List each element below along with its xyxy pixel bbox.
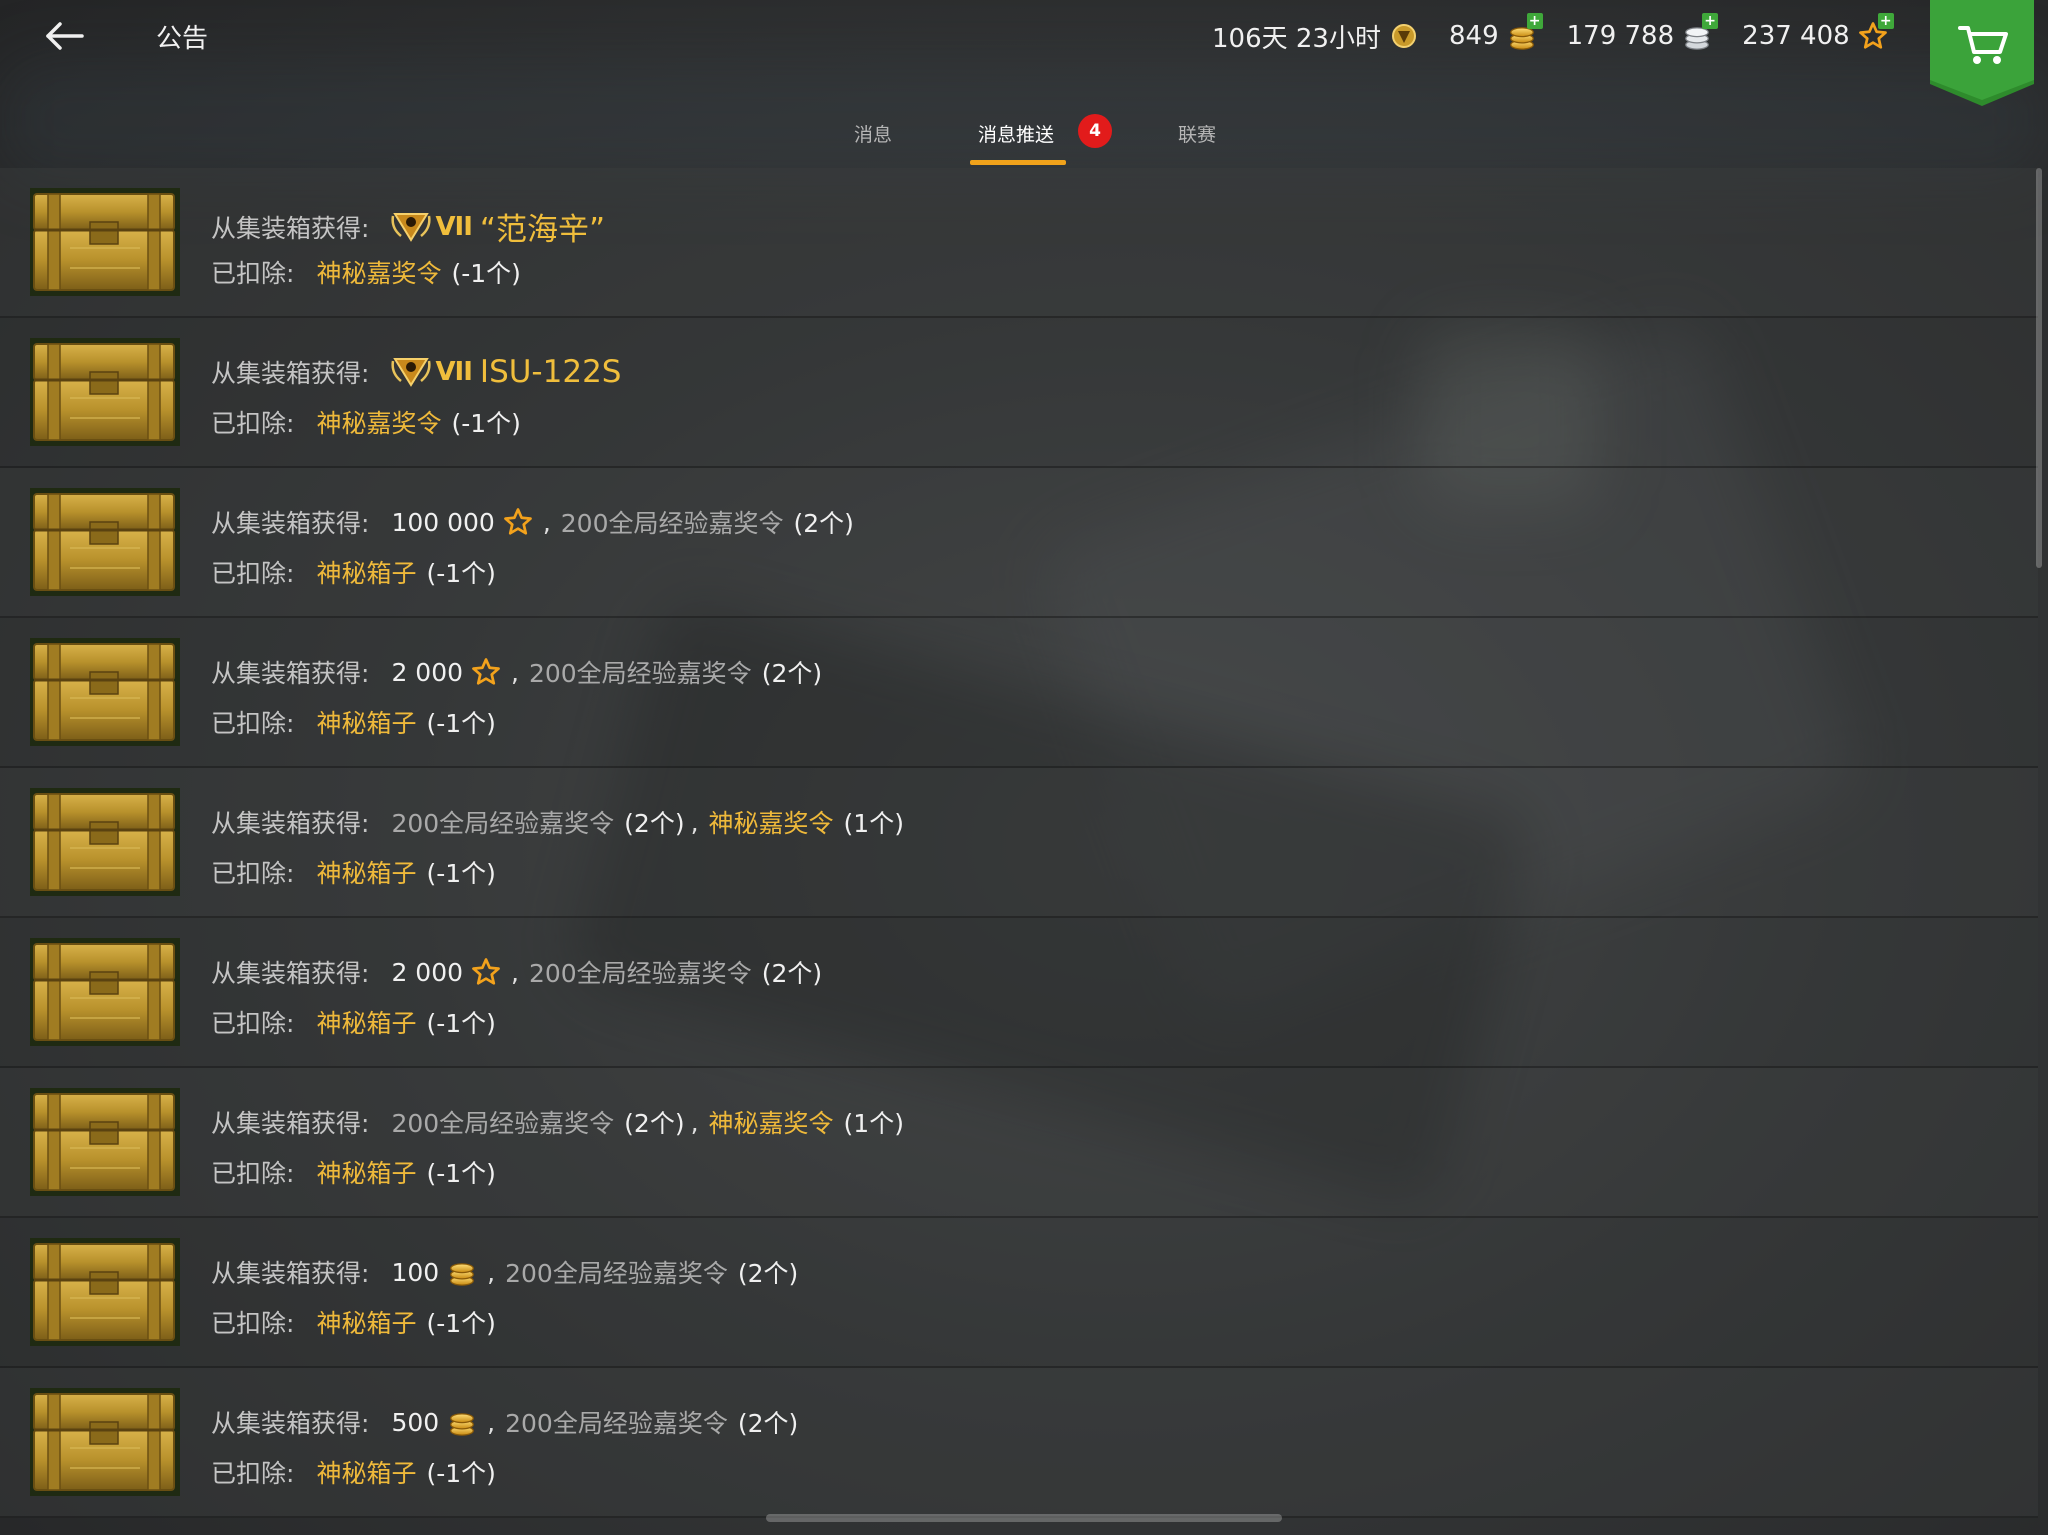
tab-messages[interactable]: 消息 xyxy=(854,120,892,160)
deducted-line: 已扣除: 神秘箱子 (-1个) xyxy=(211,1459,496,1488)
add-gold-icon[interactable]: + xyxy=(1526,13,1543,29)
silver-balance[interactable]: 179 788 + xyxy=(1566,13,1719,51)
container-chest-icon xyxy=(30,338,180,446)
gold-coins-icon xyxy=(447,1407,477,1437)
home-indicator-bar[interactable] xyxy=(766,1514,1282,1522)
tank-badge-icon xyxy=(391,210,431,244)
container-chest-icon xyxy=(30,488,180,596)
free-xp-value: 237 408 xyxy=(1742,21,1850,51)
list-item[interactable]: 从集装箱获得: VII “范海辛” 已扣除: 神秘嘉奖令 (-1个) xyxy=(0,168,2038,318)
gold-balance[interactable]: 849 + xyxy=(1448,13,1543,51)
deducted-line: 已扣除: 神秘嘉奖令 (-1个) xyxy=(211,259,521,288)
xp-star-icon xyxy=(471,657,501,687)
add-xp-icon[interactable]: + xyxy=(1877,13,1894,29)
tab-bar: 消息 消息推送 4 联赛 xyxy=(0,112,2048,168)
page-title: 公告 xyxy=(156,24,209,54)
back-arrow-icon[interactable] xyxy=(42,18,86,54)
tank-badge-icon xyxy=(391,355,431,389)
reward-line: 从集装箱获得: 2 000 , 200全局经验嘉奖令 (2个) xyxy=(211,657,823,689)
container-chest-icon xyxy=(30,1238,180,1346)
list-item[interactable]: 从集装箱获得: 2 000 , 200全局经验嘉奖令 (2个) 已扣除: 神秘箱… xyxy=(0,618,2038,768)
deducted-line: 已扣除: 神秘箱子 (-1个) xyxy=(211,1309,496,1338)
shop-cart-button[interactable] xyxy=(1930,0,2034,106)
deducted-line: 已扣除: 神秘箱子 (-1个) xyxy=(211,1159,496,1188)
xp-star-icon: + xyxy=(1858,13,1894,51)
vertical-scrollbar[interactable] xyxy=(2036,168,2042,568)
list-item[interactable]: 从集装箱获得: 200全局经验嘉奖令 (2个) , 神秘嘉奖令 (1个) 已扣除… xyxy=(0,768,2038,918)
tab-league[interactable]: 联赛 xyxy=(1178,120,1216,160)
deducted-line: 已扣除: 神秘箱子 (-1个) xyxy=(211,559,496,588)
reward-line: 从集装箱获得: VII “范海辛” xyxy=(211,210,606,249)
premium-icon xyxy=(1389,21,1419,51)
deducted-line: 已扣除: 神秘箱子 (-1个) xyxy=(211,1009,496,1038)
active-tab-indicator xyxy=(970,160,1066,165)
container-chest-icon xyxy=(30,938,180,1046)
add-silver-icon[interactable]: + xyxy=(1702,13,1719,29)
list-item[interactable]: 从集装箱获得: 100 , 200全局经验嘉奖令 (2个) 已扣除: 神秘箱子 … xyxy=(0,1218,2038,1368)
container-chest-icon xyxy=(30,1088,180,1196)
gold-value: 849 xyxy=(1448,21,1499,51)
reward-line: 从集装箱获得: VII ISU-122S xyxy=(211,354,622,390)
list-item[interactable]: 从集装箱获得: 500 , 200全局经验嘉奖令 (2个) 已扣除: 神秘箱子 … xyxy=(0,1368,2038,1518)
currency-bar: 106天 23小时 849 + 179 788 + 237 408 + xyxy=(1212,13,1918,55)
xp-star-icon xyxy=(503,507,533,537)
reward-line: 从集装箱获得: 200全局经验嘉奖令 (2个) , 神秘嘉奖令 (1个) xyxy=(211,807,904,839)
premium-time[interactable]: 106天 23小时 xyxy=(1212,18,1419,55)
premium-time-value: 106天 23小时 xyxy=(1212,23,1381,54)
silver-coins-icon: + xyxy=(1682,13,1719,51)
silver-value: 179 788 xyxy=(1566,21,1675,51)
notification-list: 从集装箱获得: VII “范海辛” 已扣除: 神秘嘉奖令 (-1个) 从集装箱获… xyxy=(0,168,2038,1518)
gold-coins-icon xyxy=(447,1257,477,1287)
deducted-line: 已扣除: 神秘箱子 (-1个) xyxy=(211,859,496,888)
reward-line: 从集装箱获得: 100 000 , 200全局经验嘉奖令 (2个) xyxy=(211,507,854,539)
list-item[interactable]: 从集装箱获得: 2 000 , 200全局经验嘉奖令 (2个) 已扣除: 神秘箱… xyxy=(0,918,2038,1068)
list-item[interactable]: 从集装箱获得: 200全局经验嘉奖令 (2个) , 神秘嘉奖令 (1个) 已扣除… xyxy=(0,1068,2038,1218)
reward-line: 从集装箱获得: 500 , 200全局经验嘉奖令 (2个) xyxy=(211,1407,799,1439)
gold-coins-icon: + xyxy=(1507,13,1543,51)
container-chest-icon xyxy=(30,638,180,746)
container-chest-icon xyxy=(30,188,180,296)
free-xp-balance[interactable]: 237 408 + xyxy=(1742,13,1894,51)
reward-line: 从集装箱获得: 100 , 200全局经验嘉奖令 (2个) xyxy=(211,1257,799,1289)
list-item[interactable]: 从集装箱获得: 100 000 , 200全局经验嘉奖令 (2个) 已扣除: 神… xyxy=(0,468,2038,618)
reward-line: 从集装箱获得: 2 000 , 200全局经验嘉奖令 (2个) xyxy=(211,957,823,989)
list-item[interactable]: 从集装箱获得: VII ISU-122S 已扣除: 神秘嘉奖令 (-1个) xyxy=(0,318,2038,468)
top-bar: 公告 106天 23小时 849 + 179 788 + 237 408 + xyxy=(0,0,2048,106)
deducted-line: 已扣除: 神秘箱子 (-1个) xyxy=(211,709,496,738)
reward-line: 从集装箱获得: 200全局经验嘉奖令 (2个) , 神秘嘉奖令 (1个) xyxy=(211,1107,904,1139)
xp-star-icon xyxy=(471,957,501,987)
container-chest-icon xyxy=(30,1388,180,1496)
notification-badge: 4 xyxy=(1078,114,1112,148)
deducted-line: 已扣除: 神秘嘉奖令 (-1个) xyxy=(211,409,521,438)
tab-push-messages[interactable]: 消息推送 xyxy=(978,120,1054,160)
container-chest-icon xyxy=(30,788,180,896)
